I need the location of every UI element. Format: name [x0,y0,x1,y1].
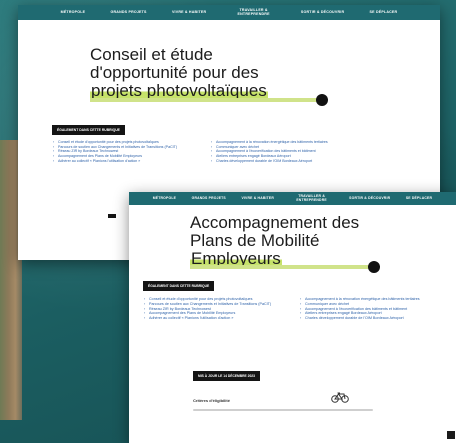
title-line-1: Accompagnement des [190,213,360,232]
title-line-1: Conseil et étude [90,45,213,64]
rubric-links-left: Conseil et étude d'opportunité pour des … [144,297,287,321]
title-line-3-wrap: projets photovoltaïques [90,80,268,100]
link-charte[interactable]: Charles développement durable de l'OIM B… [211,159,352,164]
rubric-links-left: Conseil et étude d'opportunité pour des … [53,140,194,164]
nav-se-deplacer[interactable]: SE DÉPLACER [370,10,398,15]
link-charte[interactable]: Charles développement durable de l'OIM B… [300,316,443,321]
nav-sortir[interactable]: SORTIR & DÉCOUVRIR [349,196,390,201]
screenshot-mobilite: MÉTROPOLE GRANDS PROJETS VIVRE & HABITER… [129,192,456,443]
title-line-3: projets photovoltaïques [90,80,268,100]
rubric-label: ÉGALEMENT DANS CETTE RUBRIQUE [52,125,125,135]
bullet-dot-icon [316,94,328,106]
article: MIS À JOUR LE 14 DÉCEMBRE 2023 Critères … [193,364,403,417]
side-tag [108,214,116,218]
nav-vivre-habiter[interactable]: VIVRE & HABITER [172,10,206,15]
bicycle-icon [331,392,349,403]
rubric-links: Conseil et étude d'opportunité pour des … [143,297,443,321]
updated-badge: MIS À JOUR LE 14 DÉCEMBRE 2023 [193,371,260,381]
nav-metropole[interactable]: MÉTROPOLE [153,196,176,201]
main-nav: MÉTROPOLE GRANDS PROJETS VIVRE & HABITER… [18,5,440,20]
main-nav: MÉTROPOLE GRANDS PROJETS VIVRE & HABITER… [129,192,456,205]
nav-sortir[interactable]: SORTIR & DÉCOUVRIR [301,10,344,15]
page-title: Conseil et étude d'opportunité pour des … [90,46,268,100]
title-line-2: Plans de Mobilité [190,230,320,250]
title-underline [90,94,328,106]
rubric-links-right: Accompagnement à la rénovation énergétiq… [300,297,443,321]
title-underline [190,261,380,273]
nav-metropole[interactable]: MÉTROPOLE [61,10,86,15]
nav-se-deplacer[interactable]: SE DÉPLACER [406,196,432,201]
scroll-top-icon[interactable] [447,431,455,439]
rubric-links: Conseil et étude d'opportunité pour des … [52,140,352,163]
nav-grands-projets[interactable]: GRANDS PROJETS [192,196,226,201]
rubric-block: ÉGALEMENT DANS CETTE RUBRIQUE Conseil et… [52,118,352,163]
rubric-links-right: Accompagnement à la rénovation énergétiq… [211,140,352,164]
section-title: Critères d'éligibilité [193,398,230,403]
nav-travailler[interactable]: TRAVAILLER & ENTREPRENDRE [290,194,334,202]
nav-grands-projets[interactable]: GRANDS PROJETS [111,10,147,15]
nav-travailler[interactable]: TRAVAILLER & ENTREPRENDRE [232,8,276,17]
link-collectif[interactable]: Adhérer au collectif « Planions l'utilis… [144,316,287,321]
link-collectif[interactable]: Adhérer au collectif « Planions l'utilis… [53,159,194,164]
rubric-block: ÉGALEMENT DANS CETTE RUBRIQUE Conseil et… [143,274,443,321]
nav-vivre-habiter[interactable]: VIVRE & HABITER [241,196,274,201]
rubric-label: ÉGALEMENT DANS CETTE RUBRIQUE [143,281,215,291]
bullet-dot-icon [368,261,380,273]
page-title: Accompagnement des Plans de Mobilité Emp… [190,214,359,268]
title-line-2: d'opportunité pour des [90,62,259,82]
separator [193,409,373,411]
